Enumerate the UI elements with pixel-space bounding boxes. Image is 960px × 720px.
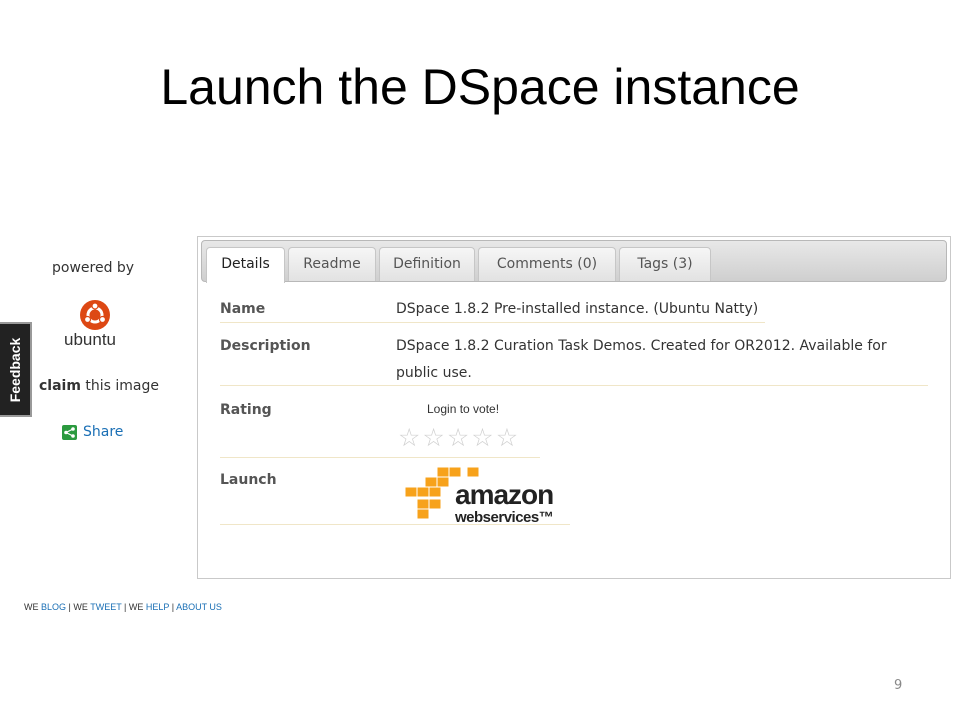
page-number: 9 (894, 678, 903, 693)
rating-stars[interactable]: ☆ ☆ ☆ ☆ ☆ (398, 425, 518, 451)
star-icon[interactable]: ☆ (496, 425, 518, 451)
divider (220, 322, 765, 323)
footer-tweet-link[interactable]: TWEET (90, 602, 121, 612)
star-icon[interactable]: ☆ (471, 425, 493, 451)
image-details-panel: Details Readme Definition Comments (0) T… (197, 236, 951, 579)
claim-rest-text: this image (80, 378, 159, 394)
footer-text: WE (24, 602, 41, 612)
tab-readme[interactable]: Readme (288, 247, 376, 281)
description-line1: DSpace 1.8.2 Curation Task Demos. Create… (396, 338, 887, 354)
tab-details[interactable]: Details (206, 247, 285, 283)
slide-title: Launch the DSpace instance (160, 59, 800, 115)
divider (220, 524, 570, 525)
name-value: DSpace 1.8.2 Pre-installed instance. (Ub… (396, 301, 759, 317)
footer-text: | WE (121, 602, 146, 612)
aws-wordmark: amazon (455, 479, 554, 510)
feedback-label: Feedback (7, 337, 23, 402)
footer-help-link[interactable]: HELP (146, 602, 169, 612)
name-label: Name (220, 301, 266, 317)
share-icon (62, 424, 77, 440)
rating-label: Rating (220, 402, 272, 418)
ubuntu-brand-text[interactable]: ubuntu (64, 330, 116, 350)
claim-image-link[interactable]: claim this image (39, 378, 159, 394)
powered-by-label: powered by (52, 260, 135, 276)
footer-links: WE BLOG | WE TWEET | WE HELP | ABOUT US (24, 602, 222, 612)
ubuntu-logo-icon[interactable] (80, 300, 110, 330)
tab-comments[interactable]: Comments (0) (478, 247, 616, 281)
footer-about-link[interactable]: ABOUT US (176, 602, 222, 612)
divider (220, 385, 928, 386)
share-label: Share (83, 424, 124, 440)
feedback-tab[interactable]: Feedback (0, 322, 32, 417)
claim-bold-text: claim (39, 378, 81, 394)
star-icon[interactable]: ☆ (422, 425, 444, 451)
launch-label: Launch (220, 472, 277, 488)
tab-bar: Details Readme Definition Comments (0) T… (201, 240, 947, 283)
description-line2: public use. (396, 365, 472, 381)
star-icon[interactable]: ☆ (398, 425, 420, 451)
footer-blog-link[interactable]: BLOG (41, 602, 66, 612)
share-button[interactable]: Share (62, 424, 123, 440)
login-to-vote-link[interactable]: Login to vote! (427, 402, 499, 416)
footer-text: | WE (66, 602, 91, 612)
tab-definition[interactable]: Definition (379, 247, 475, 281)
star-icon[interactable]: ☆ (447, 425, 469, 451)
description-label: Description (220, 338, 311, 354)
tab-tags[interactable]: Tags (3) (619, 247, 711, 281)
divider (220, 457, 540, 458)
